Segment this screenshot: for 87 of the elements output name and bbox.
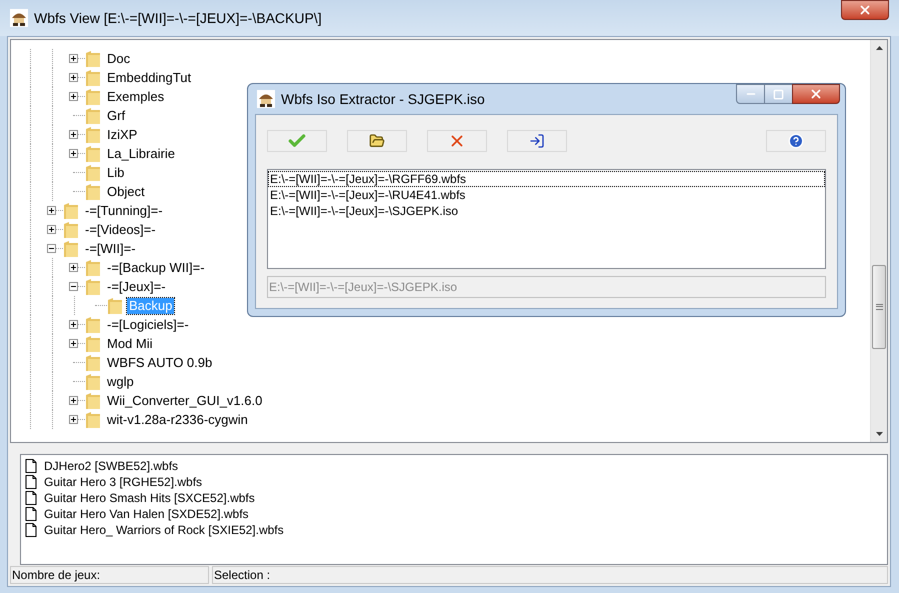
folder-icon xyxy=(85,164,101,182)
folder-icon xyxy=(85,144,101,162)
expand-icon[interactable] xyxy=(69,54,78,63)
maximize-button[interactable] xyxy=(765,84,792,104)
tree-item[interactable]: Wii_Converter_GUI_v1.6.0 xyxy=(105,392,264,408)
tree-item[interactable]: EmbeddingTut xyxy=(105,70,194,86)
tree-item[interactable]: -=[Logiciels]=- xyxy=(105,316,191,332)
close-button[interactable] xyxy=(792,84,840,104)
file-item[interactable]: Guitar Hero 3 [RGHE52].wbfs xyxy=(44,472,202,491)
list-item[interactable]: E:\-=[WII]=-\-=[Jeux]=-\SJGEPK.iso xyxy=(268,203,825,219)
tree-item[interactable]: -=[Jeux]=- xyxy=(105,278,168,294)
folder-icon xyxy=(85,372,101,390)
document-icon xyxy=(25,506,37,521)
expand-icon[interactable] xyxy=(69,263,78,272)
scrollbar[interactable] xyxy=(870,40,887,442)
tree-item[interactable]: -=[Videos]=- xyxy=(83,222,158,238)
tree-item[interactable]: -=[Backup WII]=- xyxy=(105,260,207,276)
tree-item[interactable]: IziXP xyxy=(105,126,140,142)
expand-icon[interactable] xyxy=(69,73,78,82)
expand-icon[interactable] xyxy=(47,225,56,234)
status-bar-panel: Nombre de jeux: xyxy=(10,566,209,584)
tree-item[interactable]: WBFS AUTO 0.9b xyxy=(105,354,214,370)
toolbar-button[interactable] xyxy=(507,130,567,152)
toolbar-button[interactable] xyxy=(347,130,407,152)
toolbar-button[interactable] xyxy=(766,130,826,152)
file-item[interactable]: Guitar Hero Smash Hits [SXCE52].wbfs xyxy=(44,488,255,507)
file-item[interactable]: DJHero2 [SWBE52].wbfs xyxy=(44,456,178,475)
tree-item[interactable]: Exemples xyxy=(105,88,166,104)
folder-icon xyxy=(85,126,101,144)
document-icon xyxy=(25,458,37,473)
tree-item[interactable]: -=[WII]=- xyxy=(83,240,138,256)
folder-icon xyxy=(107,296,123,314)
folder-icon xyxy=(85,392,101,410)
tree-item[interactable]: wglp xyxy=(105,374,136,390)
tree-item[interactable]: Mod Mii xyxy=(105,336,155,352)
window-title: Wbfs View [E:\-=[WII]=-\-=[JEUX]=-\BACKUP\] xyxy=(34,8,322,28)
tree-item[interactable]: Grf xyxy=(105,108,128,124)
folder-icon xyxy=(369,133,385,149)
file-item[interactable]: Guitar Hero Van Halen [SXDE52].wbfs xyxy=(44,504,249,523)
folder-icon xyxy=(85,88,101,106)
tree-item[interactable]: wit-v1.28a-r2336-cygwin xyxy=(105,412,250,428)
folder-icon xyxy=(85,278,101,296)
folder-icon xyxy=(85,106,101,124)
maximize-icon xyxy=(773,88,784,100)
folder-icon xyxy=(63,220,79,238)
folder-icon xyxy=(85,316,101,334)
dialog-title: Wbfs Iso Extractor - SJGEPK.iso xyxy=(281,90,485,108)
expand-icon[interactable] xyxy=(69,92,78,101)
folder-icon xyxy=(85,334,101,352)
tree-item[interactable]: Doc xyxy=(105,50,132,66)
folder-icon xyxy=(85,354,101,372)
file-item[interactable]: Guitar Hero_ Warriors of Rock [SXIE52].wbfs xyxy=(44,520,284,539)
expand-icon[interactable] xyxy=(69,415,78,424)
folder-icon xyxy=(63,240,79,258)
expand-icon[interactable] xyxy=(69,396,78,405)
list-item[interactable]: E:\-=[WII]=-\-=[Jeux]=-\RU4E41.wbfs xyxy=(268,187,825,203)
folder-icon xyxy=(85,68,101,86)
collapse-icon[interactable] xyxy=(47,244,56,253)
folder-icon xyxy=(85,182,101,200)
app-icon xyxy=(10,9,28,27)
tree-item[interactable]: Lib xyxy=(105,164,126,180)
document-icon xyxy=(25,490,37,505)
tree-item[interactable]: La_Librairie xyxy=(105,146,177,162)
expand-icon[interactable] xyxy=(47,206,56,215)
expand-icon[interactable] xyxy=(69,130,78,139)
close-icon xyxy=(858,3,872,17)
close-icon xyxy=(809,87,823,101)
folder-icon xyxy=(63,202,79,220)
toolbar-button[interactable] xyxy=(427,130,487,152)
scroll-thumb[interactable] xyxy=(872,265,886,349)
tree-item[interactable]: Object xyxy=(105,184,147,200)
document-icon xyxy=(25,474,37,489)
expand-icon[interactable] xyxy=(69,339,78,348)
tree-item[interactable]: -=[Tunning]=- xyxy=(83,202,165,218)
close-button[interactable] xyxy=(841,0,889,20)
help-icon xyxy=(788,133,804,149)
collapse-icon[interactable] xyxy=(69,282,78,291)
expand-icon[interactable] xyxy=(69,320,78,329)
status-bar-panel: Selection : xyxy=(212,566,888,584)
folder-icon xyxy=(85,50,101,68)
document-icon xyxy=(25,522,37,537)
app-icon xyxy=(257,90,275,108)
folder-icon xyxy=(85,258,101,276)
folder-icon xyxy=(85,410,101,428)
expand-icon[interactable] xyxy=(69,149,78,158)
list-item[interactable]: E:\-=[WII]=-\-=[Jeux]=-\RGFF69.wbfs xyxy=(268,171,825,187)
minimize-button[interactable] xyxy=(736,84,765,104)
